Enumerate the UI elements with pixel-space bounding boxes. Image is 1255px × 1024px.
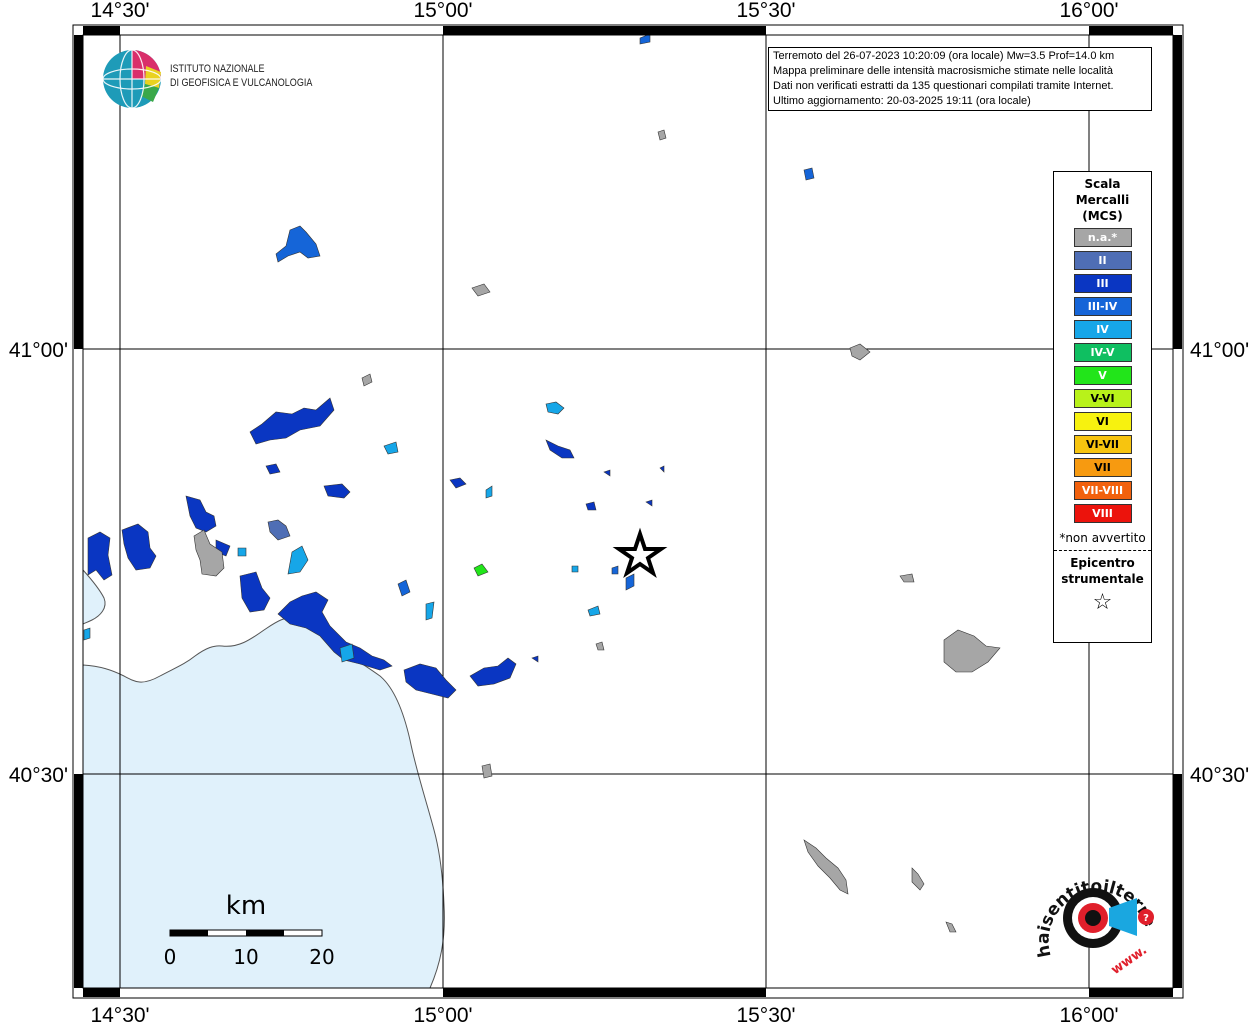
lon-tick-bottom-3: 15°30'	[736, 1004, 795, 1024]
hsi-logo: haisentitoilterremoto.it ? www.	[1024, 845, 1163, 980]
scale-unit: km	[226, 891, 266, 921]
legend-class-8: VI	[1073, 412, 1132, 431]
legend-class-0: n.a.*	[1073, 228, 1132, 247]
legend-title-line3: (MCS)	[1082, 209, 1123, 223]
legend-title-line1: Scala	[1084, 177, 1121, 191]
event-info-box: Terremoto del 26-07-2023 10:20:09 (ora l…	[768, 47, 1152, 111]
hsi-target-icon: haisentitoilterremoto.it ? www.	[1024, 845, 1160, 978]
lon-tick-top-3: 15°30'	[736, 0, 795, 22]
legend-class-7: V-VI	[1073, 389, 1132, 408]
ingv-name-line1: ISTITUTO NAZIONALE	[170, 63, 265, 75]
legend-class-9: VI-VII	[1073, 435, 1132, 454]
hsi-www: www.	[1109, 943, 1150, 978]
legend-title-line2: Mercalli	[1075, 193, 1130, 207]
legend-class-11: VII-VIII	[1073, 481, 1132, 500]
star-icon: ☆	[1092, 590, 1113, 615]
legend-epicenter-label: Epicentro strumentale	[1054, 555, 1151, 587]
legend-separator	[1054, 550, 1151, 551]
scale-label-0: 0	[164, 945, 177, 969]
scale-label-20: 20	[309, 945, 334, 969]
legend-class-5: IV-V	[1073, 343, 1132, 362]
legend-class-12: VIII	[1073, 504, 1132, 523]
legend-class-1: II	[1073, 251, 1132, 270]
scale-bar	[169, 929, 323, 937]
legend-class-3: III-IV	[1073, 297, 1132, 316]
map-description-line: Mappa preliminare delle intensità macros…	[773, 65, 1113, 77]
legend-title: Scala Mercalli (MCS)	[1054, 176, 1151, 224]
lon-tick-top-1: 14°30'	[90, 0, 149, 22]
ingv-name-line2: DI GEOFISICA E VULCANOLOGIA	[170, 77, 313, 89]
legend-class-10: VII	[1073, 458, 1132, 477]
lat-tick-left-2: 40°30'	[9, 764, 68, 787]
last-update-line: Ultimo aggiornamento: 20-03-2025 19:11 (…	[773, 95, 1031, 107]
lat-tick-right-1: 41°00'	[1190, 339, 1249, 362]
lon-tick-top-2: 15°00'	[413, 0, 472, 22]
legend-classes: n.a.* II III III-IV IV IV-V V V-VI VI VI-VII VII VI…	[1054, 228, 1151, 523]
legend-class-4: IV	[1073, 320, 1132, 339]
legend-class-6: V	[1073, 366, 1132, 385]
globe-icon	[102, 49, 162, 109]
lon-tick-bottom-2: 15°00'	[413, 1004, 472, 1024]
ingv-logo: ISTITUTO NAZIONALE DI GEOFISICA E VULCAN…	[100, 48, 320, 110]
legend-epicenter-line2: strumentale	[1061, 572, 1144, 586]
event-line: Terremoto del 26-07-2023 10:20:09 (ora l…	[773, 50, 1115, 62]
lat-tick-left-1: 41°00'	[9, 339, 68, 362]
legend-epicenter-line1: Epicentro	[1070, 556, 1135, 570]
intensity-legend: Scala Mercalli (MCS) n.a.* II III III-IV IV I…	[1053, 171, 1152, 643]
data-source-line: Dati non verificati estratti da 135 ques…	[773, 80, 1114, 92]
lat-tick-right-2: 40°30'	[1190, 764, 1249, 787]
scale-label-10: 10	[233, 945, 258, 969]
lon-tick-bottom-1: 14°30'	[90, 1004, 149, 1024]
legend-note: *non avvertito	[1059, 531, 1146, 545]
lon-tick-top-4: 16°00'	[1059, 0, 1118, 22]
lon-tick-bottom-4: 16°00'	[1059, 1004, 1118, 1024]
svg-text:?: ?	[1143, 913, 1149, 924]
legend-class-2: III	[1073, 274, 1132, 293]
